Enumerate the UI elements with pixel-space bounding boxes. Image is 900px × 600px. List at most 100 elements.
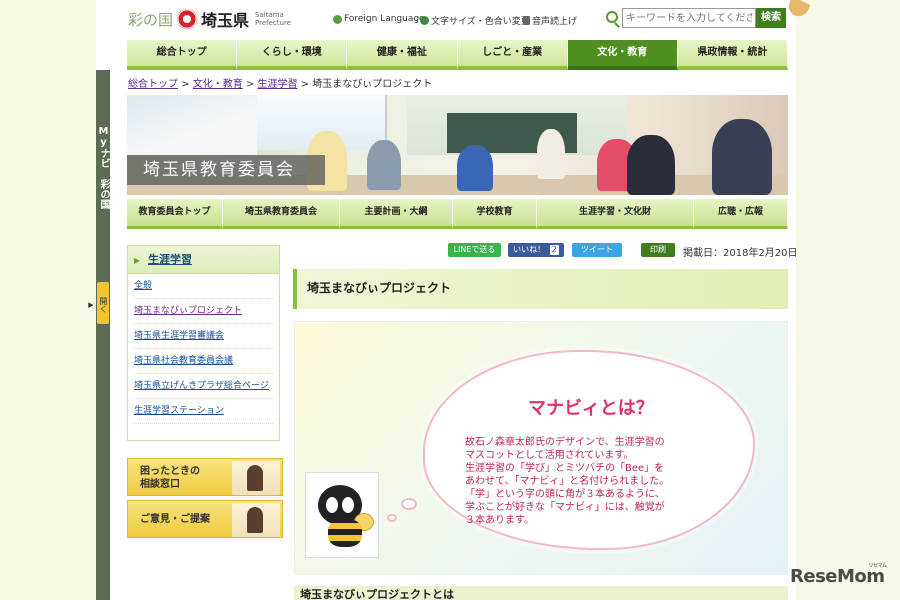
sidebar-item-manabee-project[interactable]: 埼玉まなびぃプロジェクト <box>134 299 273 324</box>
consultation-card[interactable]: 困ったときの 相談窓口 <box>127 458 283 496</box>
gnav-item-government[interactable]: 県政情報・統計 <box>677 40 789 70</box>
right-background <box>796 0 900 600</box>
banner-student <box>712 119 772 195</box>
triangle-right-icon: ▶ <box>87 300 95 309</box>
gnav-item-health[interactable]: 健康・福祉 <box>347 40 458 70</box>
prefecture-emblem-icon <box>177 9 198 29</box>
banner-student <box>627 135 675 195</box>
foreign-language-label: Foreign Language <box>344 14 425 24</box>
site-logo[interactable]: 彩の国 埼玉県 Saitama Prefecture <box>128 8 291 30</box>
read-aloud-link[interactable]: 音声読上げ <box>523 14 577 27</box>
search-input[interactable] <box>622 8 756 28</box>
gnav-item-work[interactable]: しごと・産業 <box>457 40 568 70</box>
globe-icon <box>333 14 342 24</box>
logo-english: Saitama Prefecture <box>255 11 291 27</box>
consultation-card-line2: 相談窓口 <box>140 479 180 490</box>
manabee-panel: マナビィとは？ 故石ノ森章太郎氏のデザインで、生涯学習の マスコットとして活用さ… <box>294 321 788 575</box>
sidebar-menu: ▶ 生涯学習 全般 埼玉まなびぃプロジェクト 埼玉県生涯学習審議会 埼玉県社会教… <box>127 245 280 441</box>
subnav-item-lifelong[interactable]: 生涯学習・文化財 <box>537 199 694 229</box>
sidebar-heading[interactable]: ▶ 生涯学習 <box>128 246 279 274</box>
sidebar-heading-label: 生涯学習 <box>148 253 192 266</box>
sidebar-item-genki-plaza[interactable]: 埼玉県立げんきプラザ総合ページ <box>134 374 273 399</box>
publish-date: 掲載日：2018年2月20日 <box>683 248 798 259</box>
global-nav: 総合トップ くらし・環境 健康・福祉 しごと・産業 文化・教育 県政情報・統計 <box>127 40 789 70</box>
watermark-sup: リセマム <box>868 563 888 569</box>
facebook-like-label: いいね！ <box>513 245 546 254</box>
sidebar-item-general[interactable]: 全般 <box>134 274 273 299</box>
manabee-line: あわせて、「マナビィ」と名付けられました。 <box>465 476 670 487</box>
manabee-line: 故石ノ森章太郎氏のデザインで、生涯学習の <box>465 437 665 448</box>
manabee-line: 「学」という字の頭に角が３本あるように、 <box>465 489 665 500</box>
subnav-item-pr[interactable]: 広聴・広報 <box>694 199 788 229</box>
banner-student <box>367 140 401 190</box>
breadcrumb-separator: > <box>245 79 255 90</box>
subnav-item-school[interactable]: 学校教育 <box>453 199 537 229</box>
my-navi-tab[interactable]: Myナビ 彩の国 開く ▶ <box>87 70 110 600</box>
breadcrumb-link-lifelong[interactable]: 生涯学習 <box>258 79 298 90</box>
gnav-item-top[interactable]: 総合トップ <box>127 40 238 70</box>
speech-cloud: マナビィとは？ 故石ノ森章太郎氏のデザインで、生涯学習の マスコットとして活用さ… <box>423 350 755 550</box>
manabee-line: ３本あります。 <box>465 515 534 526</box>
thought-bubble <box>387 514 397 522</box>
breadcrumb-link-culture[interactable]: 文化・教育 <box>193 79 243 90</box>
speaker-icon <box>523 16 530 25</box>
manabee-line: 学ぶことが好きな「マナビィ」には、触覚が <box>465 502 665 513</box>
line-share-button[interactable]: LINEで送る <box>448 243 501 257</box>
foreign-language-link[interactable]: Foreign Language <box>333 14 425 24</box>
consultation-photo <box>232 461 280 495</box>
consultation-card-label: 困ったときの 相談窓口 <box>140 465 200 491</box>
feedback-card[interactable]: ご意見・ご提案 <box>127 500 283 538</box>
my-navi-open-label: 開く <box>99 296 108 313</box>
bee-eye <box>342 497 354 513</box>
breadcrumb-separator: > <box>300 79 310 90</box>
sidebar-item-council[interactable]: 埼玉県生涯学習審議会 <box>134 324 273 349</box>
logo-name: 埼玉県 <box>201 11 250 30</box>
gear-icon <box>420 16 429 25</box>
text-size-color-label: 文字サイズ・色合い変更 <box>431 17 530 27</box>
subnav-item-board[interactable]: 埼玉県教育委員会 <box>223 199 340 229</box>
banner-notebook <box>127 95 257 155</box>
feedback-card-label: ご意見・ご提案 <box>140 514 210 525</box>
facebook-like-button[interactable]: いいね！ 2 <box>508 243 564 257</box>
print-button[interactable]: 印刷 <box>641 243 675 257</box>
tweet-button[interactable]: ツイート <box>572 243 622 257</box>
logo-prefix: 彩の国 <box>128 10 174 29</box>
gnav-item-living[interactable]: くらし・環境 <box>237 40 348 70</box>
gnav-item-culture[interactable]: 文化・教育 <box>567 40 678 70</box>
logo-english-line1: Saitama <box>255 11 284 19</box>
bee-eye <box>326 497 338 513</box>
sidebar-item-station[interactable]: 生涯学習ステーション <box>134 399 273 424</box>
logo-english-line2: Prefecture <box>255 19 291 27</box>
subnav-item-board-top[interactable]: 教育委員会トップ <box>127 199 223 229</box>
manabee-mascot-image <box>305 472 379 558</box>
breadcrumb-separator: > <box>181 79 190 90</box>
text-size-color-link[interactable]: 文字サイズ・色合い変更 <box>420 14 530 27</box>
banner-student <box>457 145 493 191</box>
search-icon <box>606 11 618 23</box>
manabee-line: 生涯学習の「学び」とミツバチの「Bee」を <box>465 463 665 474</box>
read-aloud-label: 音声読上げ <box>532 17 578 27</box>
manabee-line: マスコットとして活用されています。 <box>465 450 634 461</box>
manabee-description: 故石ノ森章太郎氏のデザインで、生涯学習の マスコットとして活用されています。 生… <box>465 436 735 527</box>
banner-title: 埼玉県教育委員会 <box>127 155 325 185</box>
breadcrumb-link-top[interactable]: 総合トップ <box>128 79 178 90</box>
sub-nav: 教育委員会トップ 埼玉県教育委員会 主要計画・大綱 学校教育 生涯学習・文化財 … <box>127 199 788 229</box>
triangle-right-icon: ▶ <box>134 256 141 265</box>
banner-teacher <box>537 129 565 179</box>
subnav-item-plans[interactable]: 主要計画・大綱 <box>340 199 453 229</box>
left-background <box>0 0 96 600</box>
breadcrumb: 総合トップ > 文化・教育 > 生涯学習 > 埼玉まなびぃプロジェクト <box>128 75 432 90</box>
sidebar-item-social-education[interactable]: 埼玉県社会教育委員会議 <box>134 349 273 374</box>
manabee-title: マナビィとは？ <box>528 398 654 419</box>
resemom-watermark: ReseMom リセマム <box>790 563 887 587</box>
search-button[interactable]: 検索 <box>756 8 786 28</box>
my-navi-label: Myナビ 彩の国 <box>98 126 109 209</box>
watermark-text: ReseMom <box>790 566 885 587</box>
thought-bubble <box>401 498 417 510</box>
hero-banner: 埼玉県教育委員会 <box>127 95 788 195</box>
facebook-like-count: 2 <box>549 245 559 255</box>
bee-body <box>328 519 362 547</box>
my-navi-open-button[interactable]: 開く ▶ <box>87 282 109 324</box>
consultation-card-line1: 困ったときの <box>140 466 200 477</box>
feedback-photo <box>232 503 280 537</box>
